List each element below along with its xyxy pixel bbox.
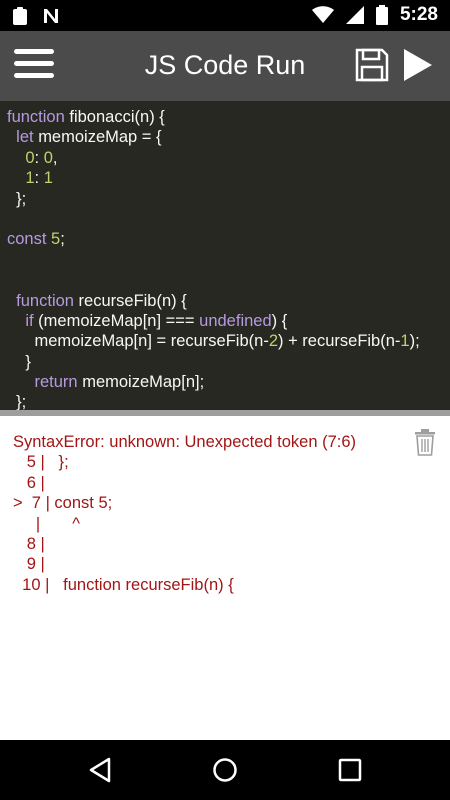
code-token: };	[7, 189, 27, 208]
code-token: ) + recurseFib(	[278, 332, 386, 351]
navigation-bar	[0, 740, 450, 800]
code-line[interactable]: 0: 0,	[7, 148, 450, 168]
trash-icon[interactable]	[414, 428, 436, 456]
code-line[interactable]	[7, 250, 450, 270]
app-bar: JS Code Run	[0, 31, 450, 101]
code-token: n-	[254, 332, 269, 351]
code-token: 5	[51, 230, 61, 249]
code-token: 0	[43, 148, 53, 167]
code-token: memoizeMap[	[7, 332, 139, 351]
code-line[interactable]: function recurseFib(n) {	[7, 291, 450, 311]
output-line: > 7 | const 5;	[13, 494, 113, 513]
error-message: SyntaxError: unknown: Unexpected token (…	[13, 433, 357, 451]
n-notification-icon	[44, 9, 58, 23]
code-line[interactable]: const 5;	[7, 229, 450, 249]
recents-icon[interactable]	[338, 758, 362, 782]
code-token: function	[7, 291, 79, 310]
code-token: n-	[385, 332, 401, 351]
back-icon[interactable]	[88, 757, 112, 783]
clipboard-icon	[13, 7, 27, 25]
code-token: let	[7, 128, 39, 147]
code-token: memoizeMap = {	[38, 128, 162, 147]
code-line[interactable]	[7, 209, 450, 229]
code-token: ) {	[149, 108, 165, 126]
code-line[interactable]: return memoizeMap[n];	[7, 372, 450, 392]
code-token: n	[185, 373, 196, 392]
status-time: 5:28	[399, 4, 438, 25]
code-line[interactable]: 1: 1	[7, 168, 450, 188]
code-line[interactable]: };	[7, 189, 450, 209]
output-line: 5 | };	[13, 453, 69, 472]
signal-icon	[345, 6, 364, 24]
code-token: 1	[25, 169, 35, 188]
code-token: n	[140, 108, 150, 126]
code-line[interactable]: let memoizeMap = {	[7, 127, 450, 147]
output-line: 9 |	[13, 555, 45, 574]
code-token: }	[7, 352, 31, 371]
code-token: const	[7, 230, 52, 249]
home-icon[interactable]	[212, 757, 238, 783]
code-token: ];	[195, 373, 205, 392]
code-line[interactable]: };	[7, 392, 450, 410]
code-line[interactable]: memoizeMap[n] = recurseFib(n-2) + recurs…	[7, 331, 450, 351]
code-line[interactable]: if (memoizeMap[n] === undefined) {	[7, 311, 450, 331]
code-token: ] = recurseFib(	[147, 332, 255, 351]
code-line[interactable]: function fibonacci(n) {	[7, 107, 450, 127]
code-token: 2	[268, 332, 278, 351]
code-token: (memoizeMap[	[38, 311, 148, 330]
code-token: 0	[25, 148, 35, 167]
output-console: SyntaxError: unknown: Unexpected token (…	[0, 416, 450, 740]
code-token: ) {	[271, 311, 288, 330]
code-token: ;	[60, 230, 65, 249]
save-icon[interactable]	[354, 47, 390, 83]
output-line: 10 | function recurseFib(n) {	[13, 575, 234, 594]
code-token: ,	[52, 148, 58, 167]
code-token: n	[161, 291, 172, 310]
output-line: 6 |	[13, 473, 45, 492]
code-token: undefined	[199, 311, 272, 330]
battery-icon	[375, 5, 388, 25]
code-token: 1	[43, 169, 53, 188]
code-token: 1	[400, 332, 410, 351]
code-token: function	[7, 108, 70, 126]
code-line[interactable]	[7, 270, 450, 290]
code-token: :	[34, 148, 44, 167]
code-token: ) {	[171, 291, 187, 310]
play-icon[interactable]	[400, 47, 434, 83]
output-line: | ^	[13, 514, 81, 533]
wifi-icon	[311, 6, 334, 23]
status-bar: 5:28	[0, 0, 450, 31]
code-token: fibonacci(	[69, 108, 140, 126]
output-line: 8 |	[13, 534, 45, 553]
code-token: memoizeMap[	[82, 373, 186, 392]
code-line[interactable]: }	[7, 352, 450, 372]
code-editor[interactable]: function fibonacci(n) { let memoizeMap =…	[0, 101, 450, 410]
code-token: if	[7, 311, 39, 330]
code-token: :	[34, 169, 44, 188]
code-token: return	[7, 373, 83, 392]
code-token: };	[7, 393, 27, 410]
code-token: n	[138, 332, 148, 351]
code-token: ] ===	[156, 311, 200, 330]
code-token: );	[409, 332, 420, 351]
code-token: recurseFib(	[78, 291, 162, 310]
